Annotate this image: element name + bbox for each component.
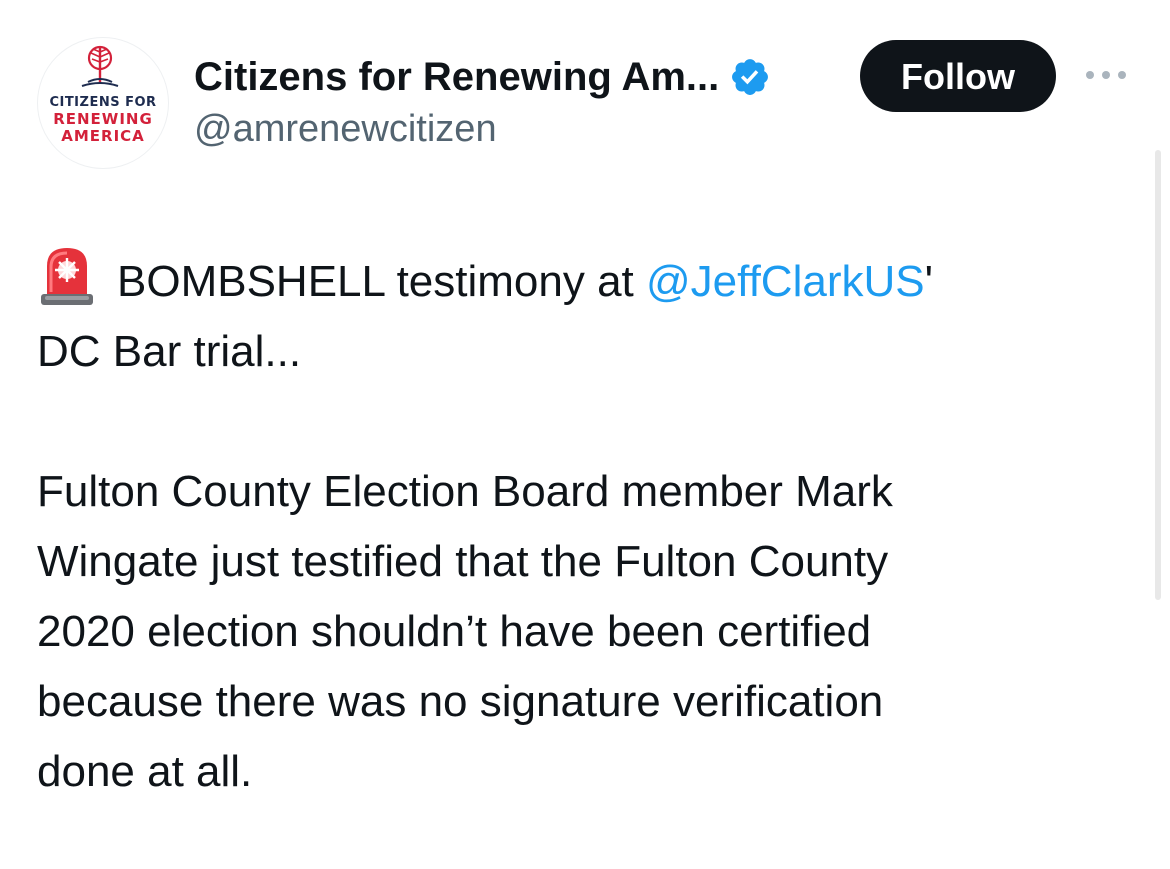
tweet-paragraph-line: because there was no signature verificat…: [37, 677, 884, 726]
tweet-line-1: BOMBSHELL testimony at @JeffClarkUS': [37, 244, 1077, 317]
avatar-logo-line2: RENEWING: [53, 110, 153, 128]
tweet-text: BOMBSHELL testimony at @JeffClarkUS' DC …: [37, 244, 1077, 807]
avatar-logo-line1: CITIZENS FOR: [49, 95, 157, 110]
author-handle[interactable]: @amrenewcitizen: [194, 108, 497, 151]
scrollbar[interactable]: [1155, 150, 1161, 600]
tweet-paragraph-line: 2020 election shouldn’t have been certif…: [37, 607, 872, 656]
police-light-icon: [41, 248, 93, 305]
author-avatar[interactable]: CITIZENS FOR RENEWING AMERICA: [37, 37, 169, 169]
author-name-row: Citizens for Renewing Am...: [194, 52, 771, 102]
tweet-paragraph-line: Fulton County Election Board member Mark: [37, 467, 893, 516]
tweet-line-1-suffix: ': [924, 257, 934, 306]
verified-badge-icon[interactable]: [729, 56, 771, 98]
follow-button[interactable]: Follow: [860, 40, 1056, 112]
avatar-logo-line3: AMERICA: [61, 127, 145, 145]
mention-link[interactable]: @JeffClarkUS: [646, 257, 925, 306]
author-display-name[interactable]: Citizens for Renewing Am...: [194, 55, 719, 100]
more-horizontal-icon[interactable]: [1082, 60, 1132, 90]
tweet-line-2: DC Bar trial...: [37, 327, 302, 376]
tweet-paragraph-line: done at all.: [37, 747, 253, 796]
tweet-paragraph-line: Wingate just testified that the Fulton C…: [37, 537, 889, 586]
tweet-card: CITIZENS FOR RENEWING AMERICA Citizens f…: [0, 0, 1170, 869]
tweet-line-1-text: BOMBSHELL testimony at: [117, 257, 647, 306]
